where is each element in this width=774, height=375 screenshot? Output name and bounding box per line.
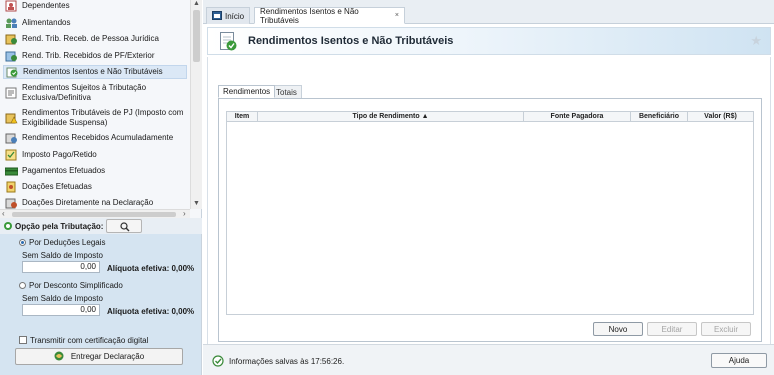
column-fonte-pagadora[interactable]: Fonte Pagadora <box>524 112 631 122</box>
nav-item-doacoes-declaracao[interactable]: Doações Diretamente na Declaração <box>3 196 187 209</box>
column-beneficiario[interactable]: Beneficiário <box>631 112 688 122</box>
nav-item-rend-exclusiva[interactable]: Rendimentos Sujeitos à Tributação Exclus… <box>3 82 187 104</box>
nav-item-dependentes[interactable]: Dependentes <box>3 0 187 12</box>
nav-label: Doações Diretamente na Declaração <box>22 198 154 207</box>
help-button[interactable]: Ajuda <box>711 353 767 368</box>
dependents-icon <box>5 0 18 12</box>
saved-check-icon <box>212 355 224 367</box>
table-header: Item Tipo de Rendimento ▲ Fonte Pagadora… <box>227 112 753 122</box>
page-title: Rendimentos Isentos e Não Tributáveis <box>248 35 454 47</box>
simplified-balance-label: Sem Saldo de Imposto <box>22 294 103 303</box>
tax-paid-icon <box>5 149 18 161</box>
search-icon <box>120 222 130 234</box>
nav-item-doacoes[interactable]: Doações Efetuadas <box>3 180 187 194</box>
status-bar: Informações salvas às 17:56:26. Ajuda <box>203 344 774 375</box>
tax-option-icon <box>3 221 13 233</box>
nav-label: Rendimentos Sujeitos à Tributação Exclus… <box>22 83 147 102</box>
simplified-rate: Alíquota efetiva: 0,00% <box>107 307 195 316</box>
nav-label: Dependentes <box>22 1 70 10</box>
nav-label: Doações Efetuadas <box>22 182 92 191</box>
nav-item-imposto-pago[interactable]: Imposto Pago/Retido <box>3 148 187 162</box>
column-item[interactable]: Item <box>227 112 258 122</box>
scroll-thumb[interactable] <box>12 212 176 217</box>
submit-declaration-button[interactable]: Entregar Declaração <box>15 348 183 365</box>
close-icon[interactable]: × <box>395 12 399 19</box>
legal-deductions-label: Por Deduções Legais <box>29 238 106 247</box>
legal-deductions-balance-label: Sem Saldo de Imposto <box>22 251 103 260</box>
tax-option-title: Opção pela Tributação: <box>15 222 104 231</box>
scroll-left-icon[interactable]: ‹ <box>2 209 5 218</box>
tab-exempt-income-label: Rendimentos Isentos e Não Tributáveis <box>260 6 359 25</box>
income-pj-icon <box>5 33 18 45</box>
legal-deductions-rate: Alíquota efetiva: 0,00% <box>107 264 195 273</box>
scroll-right-icon[interactable]: › <box>183 209 186 218</box>
subtab-totais[interactable]: Totais <box>271 85 302 98</box>
favorite-star-icon[interactable]: ★ <box>750 33 762 49</box>
nav-label: Alimentandos <box>22 18 71 27</box>
simplified-discount-label: Por Desconto Simplificado <box>29 281 123 290</box>
column-tipo-rendimento[interactable]: Tipo de Rendimento ▲ <box>258 112 524 122</box>
exclusive-tax-icon <box>5 87 18 99</box>
legal-deductions-value-field: 0,00 <box>22 261 100 273</box>
legal-deductions-radio[interactable] <box>19 239 26 246</box>
digital-certificate-checkbox[interactable] <box>19 336 27 344</box>
simplified-discount-radio[interactable] <box>19 282 26 289</box>
payments-icon <box>4 165 19 177</box>
new-button[interactable]: Novo <box>593 322 643 336</box>
tab-exempt-income[interactable]: Rendimentos Isentos e Não Tributáveis × <box>254 6 405 25</box>
submit-declaration-icon <box>54 350 66 363</box>
nav-label: Rend. Trib. Recebidos de PF/Exterior <box>22 51 155 60</box>
income-table: Item Tipo de Rendimento ▲ Fonte Pagadora… <box>226 111 754 315</box>
document-tab-bar: Início Rendimentos Isentos e Não Tributá… <box>203 0 774 25</box>
digital-certificate-label: Transmitir com certificação digital <box>30 336 149 345</box>
nav-item-rend-acumulados[interactable]: Rendimentos Recebidos Acumuladamente <box>3 131 187 145</box>
edit-button[interactable]: Editar <box>647 322 697 336</box>
tax-option-header: Opção pela Tributação: <box>0 218 202 234</box>
suspended-tax-icon <box>5 112 18 124</box>
nav-item-alimentandos[interactable]: Alimentandos <box>3 16 187 30</box>
nav-label: Imposto Pago/Retido <box>22 150 97 159</box>
search-button[interactable] <box>106 219 142 233</box>
nav-item-rend-trib-pj[interactable]: Rend. Trib. Receb. de Pessoa Jurídica <box>3 32 187 46</box>
subtab-rendimentos[interactable]: Rendimentos <box>218 85 276 98</box>
nav-vertical-scrollbar[interactable]: ▲ ▼ <box>190 0 202 209</box>
scroll-up-icon[interactable]: ▲ <box>193 0 200 7</box>
donations-icon <box>5 181 18 193</box>
scroll-thumb[interactable] <box>193 10 200 62</box>
nav-label: Rendimentos Isentos e Não Tributáveis <box>23 67 163 76</box>
exempt-income-icon <box>6 66 19 78</box>
income-pf-icon <box>5 50 18 62</box>
exempt-income-icon <box>220 32 238 52</box>
nav-item-rend-isentos[interactable]: Rendimentos Isentos e Não Tributáveis <box>3 65 187 79</box>
tax-option-panel: Opção pela Tributação: Por Deduções Lega… <box>0 218 202 375</box>
tab-home-label: Início <box>225 11 245 21</box>
nav-label: Pagamentos Efetuados <box>22 166 106 175</box>
nav-item-pagamentos[interactable]: Pagamentos Efetuados <box>3 164 187 178</box>
people-icon <box>5 17 18 29</box>
nav-item-rend-trib-pf[interactable]: Rend. Trib. Recebidos de PF/Exterior <box>3 49 187 63</box>
scroll-down-icon[interactable]: ▼ <box>193 200 200 207</box>
submit-declaration-label: Entregar Declaração <box>70 352 145 361</box>
nav-item-rend-suspensa[interactable]: Rendimentos Tributáveis de PJ (Imposto c… <box>3 107 187 129</box>
page-header-banner: Rendimentos Isentos e Não Tributáveis ★ <box>207 27 771 55</box>
home-icon <box>212 10 222 22</box>
save-status-text: Informações salvas às 17:56:26. <box>229 357 345 366</box>
nav-horizontal-scrollbar[interactable]: ‹ › <box>0 209 190 218</box>
nav-label: Rendimentos Tributáveis de PJ (Imposto c… <box>22 108 184 127</box>
tab-home[interactable]: Início <box>206 7 250 24</box>
income-panel: Item Tipo de Rendimento ▲ Fonte Pagadora… <box>218 98 762 342</box>
column-valor[interactable]: Valor (R$) <box>688 112 753 122</box>
declaration-tree: Dependentes Alimentandos Rend. Trib. Rec… <box>0 0 202 218</box>
simplified-value-field: 0,00 <box>22 304 100 316</box>
delete-button[interactable]: Excluir <box>701 322 751 336</box>
accumulated-income-icon <box>5 132 18 144</box>
direct-donations-icon <box>5 197 18 209</box>
nav-label: Rendimentos Recebidos Acumuladamente <box>22 133 174 142</box>
declaration-section-list: Dependentes Alimentandos Rend. Trib. Rec… <box>0 0 190 209</box>
nav-label: Rend. Trib. Receb. de Pessoa Jurídica <box>22 34 159 43</box>
